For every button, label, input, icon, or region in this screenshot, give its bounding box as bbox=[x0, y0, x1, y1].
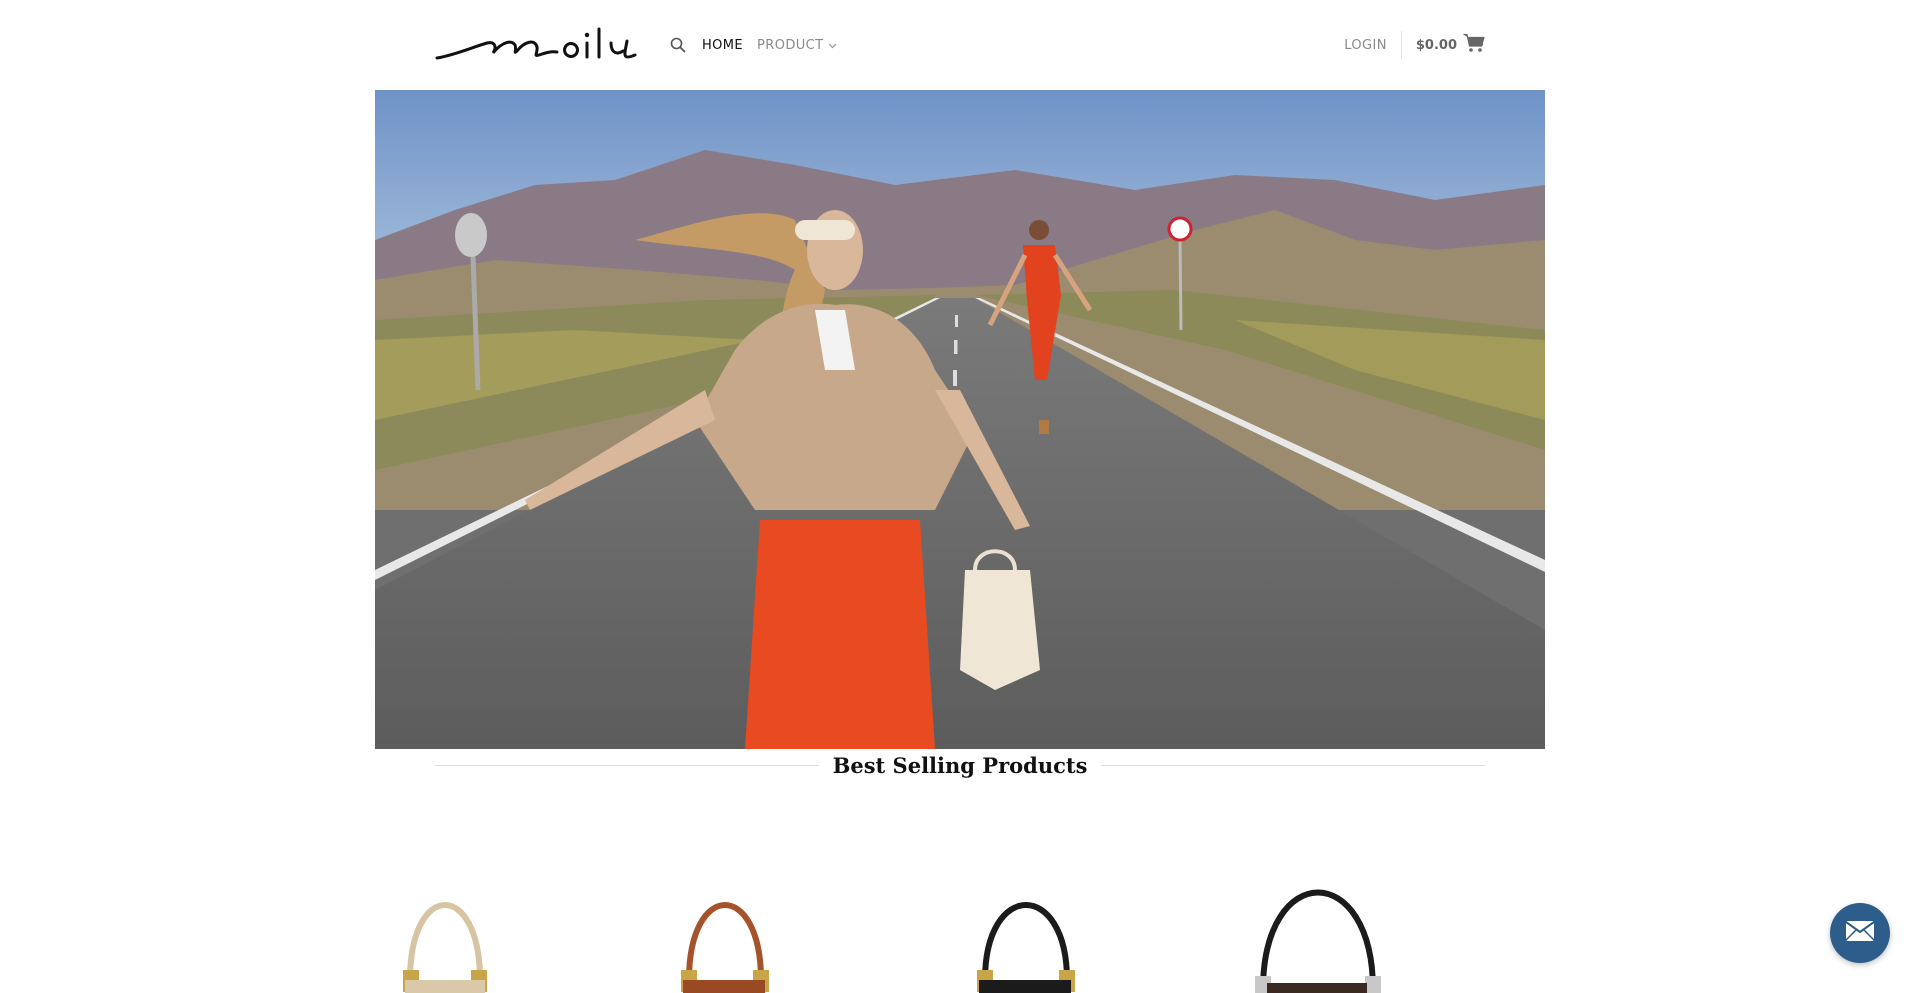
product-card[interactable] bbox=[947, 840, 1207, 993]
cart-button[interactable]: $0.00 bbox=[1416, 33, 1485, 58]
nav-product-label: PRODUCT bbox=[757, 37, 824, 53]
product-image bbox=[403, 902, 487, 993]
product-card[interactable] bbox=[375, 840, 635, 993]
logo-wordmark bbox=[435, 27, 637, 60]
login-link[interactable]: LOGIN bbox=[1344, 38, 1387, 53]
section-title: Best Selling Products bbox=[832, 752, 1088, 778]
best-selling-heading: Best Selling Products bbox=[435, 748, 1486, 782]
nav-home[interactable]: HOME bbox=[702, 38, 743, 53]
contact-mail-button[interactable] bbox=[1830, 903, 1890, 963]
nav-product[interactable]: PRODUCT bbox=[757, 38, 836, 53]
header-divider bbox=[1400, 31, 1402, 59]
site-header: HOME PRODUCT LOGIN $0.00 bbox=[0, 0, 1920, 90]
hero-banner[interactable] bbox=[375, 90, 1545, 749]
heading-rule-right bbox=[1101, 764, 1486, 766]
heading-rule-left bbox=[435, 764, 819, 766]
header-container: HOME PRODUCT LOGIN $0.00 bbox=[435, 0, 1485, 90]
cart-icon bbox=[1463, 33, 1485, 58]
header-account: LOGIN $0.00 bbox=[1344, 0, 1485, 90]
product-grid bbox=[375, 840, 1545, 993]
product-image bbox=[977, 902, 1075, 993]
hero-image bbox=[375, 90, 1545, 749]
cart-total: $0.00 bbox=[1415, 37, 1457, 53]
product-card[interactable] bbox=[1233, 840, 1493, 993]
product-image bbox=[681, 902, 769, 993]
mail-icon bbox=[1845, 920, 1875, 947]
product-card[interactable] bbox=[661, 840, 921, 993]
product-image bbox=[1255, 889, 1381, 993]
search-icon[interactable] bbox=[668, 35, 688, 55]
brand-logo[interactable] bbox=[435, 0, 640, 90]
chevron-down-icon bbox=[828, 38, 837, 53]
